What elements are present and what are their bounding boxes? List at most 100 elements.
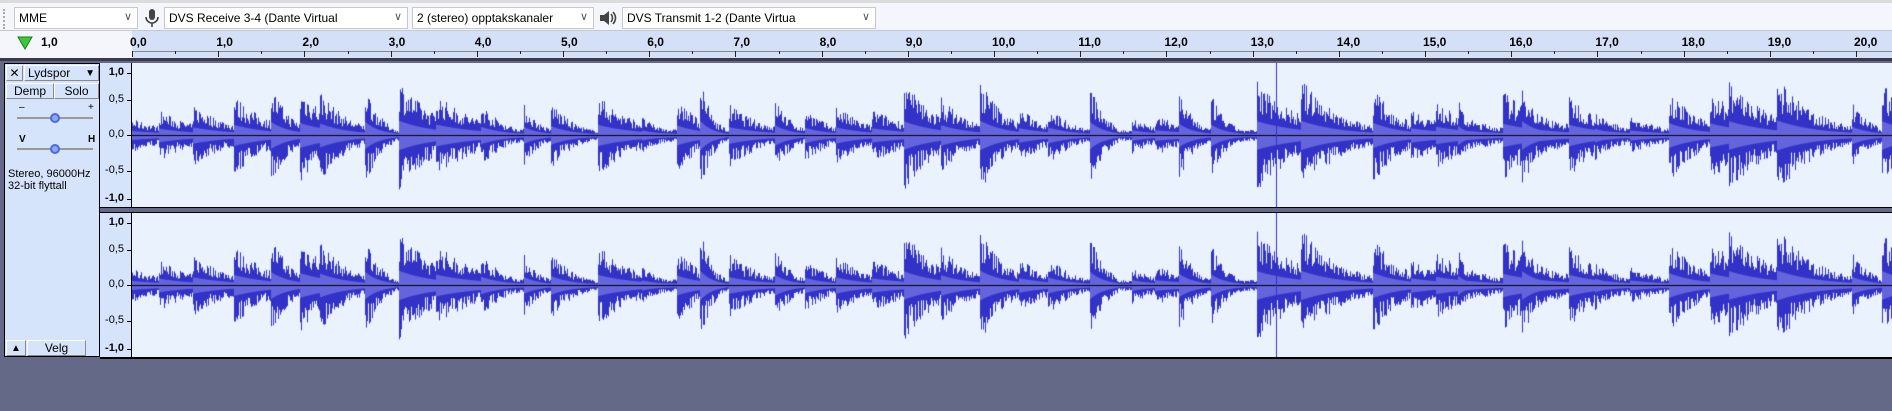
ruler-minor-tick [175, 51, 177, 54]
ruler-label: 19,0 [1767, 35, 1792, 49]
ruler-label: 8,0 [819, 35, 837, 49]
amplitude-label: -1,0 [105, 192, 124, 204]
ruler-major-tick [821, 51, 823, 57]
ruler-label: 4,0 [474, 35, 492, 49]
gain-slider[interactable] [17, 113, 93, 123]
pan-slider[interactable] [17, 144, 93, 154]
ruler-label: 11,0 [1078, 35, 1101, 49]
ruler-label: 18,0 [1681, 35, 1705, 49]
ruler-label: 20,0 [1854, 35, 1878, 49]
ruler-minor-tick [778, 51, 780, 54]
ruler-label: 16,0 [1509, 35, 1533, 49]
ruler-label: 17,0 [1595, 35, 1619, 49]
select-track-button[interactable]: Velg [27, 340, 86, 356]
ruler-major-tick [1080, 51, 1082, 57]
ruler-label: 14,0 [1336, 35, 1361, 49]
toolbar-grip[interactable] [3, 9, 8, 29]
track-name: Lydspor [28, 66, 71, 80]
ruler-major-tick [994, 51, 995, 57]
ruler-label: 5,0 [561, 35, 578, 49]
ruler-minor-tick [1037, 51, 1039, 54]
chevron-down-icon: ∨ [123, 11, 132, 23]
ruler-minor-tick [692, 51, 694, 54]
amplitude-label: 1,0 [108, 66, 124, 78]
audio-host-select[interactable]: MME ∨ [14, 7, 138, 29]
waveform-right-channel[interactable] [132, 213, 1892, 357]
amplitude-tick [127, 349, 131, 350]
ruler-minor-tick [261, 51, 263, 54]
ruler-label: 13,0 [1250, 35, 1274, 49]
amplitude-tick [127, 135, 131, 136]
recording-device-select[interactable]: DVS Receive 3-4 (Dante Virtual ∨ [164, 7, 408, 29]
ruler-minor-tick [1726, 51, 1728, 54]
recording-channels-select[interactable]: 2 (stereo) opptakskanaler ∨ [412, 7, 594, 29]
amplitude-label: 0,5 [108, 93, 124, 105]
solo-button[interactable]: Solo [54, 83, 99, 99]
device-toolbar: MME ∨ DVS Receive 3-4 (Dante Virtual ∨ 2 (… [0, 0, 1892, 31]
amplitude-tick [127, 321, 131, 322]
ruler-minor-tick [1812, 51, 1814, 54]
ruler-major-tick [1338, 51, 1340, 57]
amplitude-ruler-right: 1,0 0,5 0,0 -0,5 -1,0 [100, 213, 132, 357]
ruler-major-tick [1166, 51, 1168, 57]
ruler-label: 7,0 [733, 35, 751, 49]
amplitude-label: 0,5 [108, 243, 124, 255]
ruler-label: 10,0 [992, 35, 1016, 49]
ruler-minor-tick [1640, 51, 1642, 54]
ruler-baseline [132, 51, 1892, 52]
amplitude-label: -0,5 [105, 314, 124, 326]
collapse-track-button[interactable]: ▲ [6, 340, 26, 356]
ruler-major-tick [1252, 51, 1254, 57]
gain-minus-label: – [19, 102, 25, 113]
ruler-minor-tick [1468, 51, 1470, 54]
dropdown-arrow-icon: ▼ [85, 68, 95, 79]
ruler-minor-tick [1381, 51, 1383, 54]
ruler-major-tick [390, 51, 392, 57]
ruler-major-tick [563, 51, 564, 57]
ruler-left-label: 1,0 [41, 35, 58, 49]
chevron-down-icon: ∨ [393, 11, 402, 23]
ruler-label: 3,0 [388, 35, 406, 49]
track-close-button[interactable]: ✕ [6, 65, 23, 81]
amplitude-label: 0,0 [108, 278, 124, 290]
ruler-major-tick [1511, 51, 1513, 57]
ruler-label: 1,0 [216, 35, 233, 49]
play-head-triangle-icon[interactable] [17, 36, 33, 50]
ruler-minor-tick [519, 51, 521, 54]
ruler-minor-tick [433, 51, 435, 54]
mute-button[interactable]: Demp [6, 83, 54, 99]
track-control-panel: ✕ Lydspor ▼ Demp Solo – + V H Stereo, 960… [4, 63, 100, 357]
ruler-divider [0, 58, 1892, 61]
amplitude-tick [127, 199, 131, 200]
chevron-down-icon: ∨ [861, 11, 870, 23]
track-bottom-border [100, 357, 1892, 359]
ruler-label: 2,0 [302, 35, 320, 49]
ruler-label: 15,0 [1423, 35, 1447, 49]
amplitude-tick [127, 171, 131, 172]
ruler-minor-tick [1295, 51, 1297, 54]
ruler-major-tick [132, 51, 133, 57]
pan-right-label: H [88, 134, 96, 145]
ruler-minor-tick [1209, 51, 1211, 54]
audio-host-value: MME [19, 11, 47, 25]
gain-slider-knob[interactable] [50, 113, 60, 123]
ruler-minor-tick [1123, 51, 1125, 54]
waveform-left-channel[interactable] [132, 63, 1892, 207]
ruler-major-tick [907, 51, 909, 57]
ruler-minor-tick [1554, 51, 1556, 54]
track-menu-button[interactable]: Lydspor ▼ [24, 65, 99, 81]
amplitude-ruler-left: 1,0 0,5 0,0 -0,5 -1,0 [100, 63, 132, 207]
amplitude-tick [127, 285, 131, 286]
ruler-major-tick [1769, 51, 1771, 57]
amplitude-tick [127, 223, 131, 224]
gain-plus-label: + [88, 102, 94, 113]
pan-slider-knob[interactable] [50, 144, 60, 154]
microphone-icon [145, 9, 159, 27]
ruler-label: 12,0 [1164, 35, 1188, 49]
amplitude-label: 0,0 [108, 128, 124, 140]
recording-channels-value: 2 (stereo) opptakskanaler [417, 11, 554, 25]
playback-device-select[interactable]: DVS Transmit 1-2 (Dante Virtua ∨ [622, 7, 876, 29]
timeline-ruler[interactable]: 1,0 0,0 1,0 2,0 3,0 4,0 5,0 6,0 7,0 8,0 9,0 10,0 11… [0, 31, 1892, 58]
pan-left-label: V [19, 134, 26, 145]
ruler-major-tick [1856, 51, 1857, 57]
